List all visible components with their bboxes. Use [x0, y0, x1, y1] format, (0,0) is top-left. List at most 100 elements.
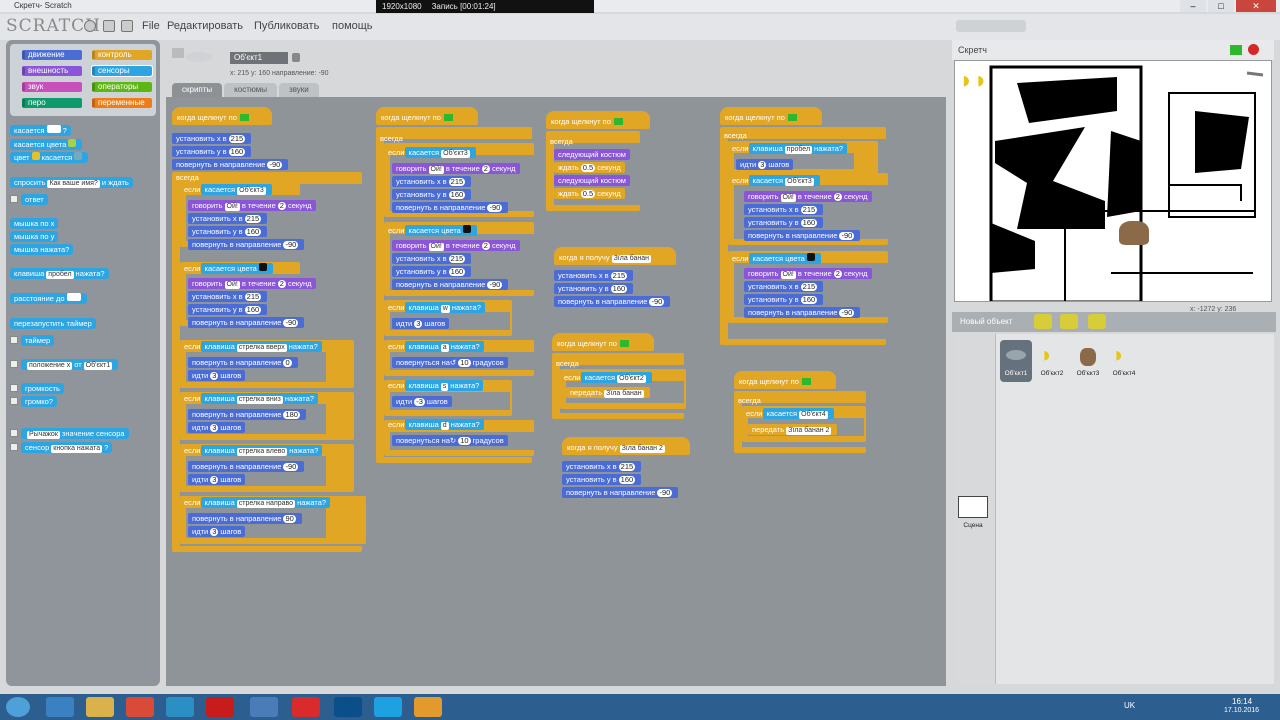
chrome-icon[interactable] — [126, 697, 154, 717]
point-direction-block[interactable]: повернуть в направление -90 — [188, 461, 305, 472]
palette-color-touching[interactable]: цвет касается — [10, 152, 89, 163]
save-icon[interactable] — [103, 20, 115, 32]
timer-checkbox[interactable] — [10, 336, 18, 344]
sprite-tile[interactable]: Об'єкт3 — [1072, 340, 1104, 382]
palette-touching[interactable]: касается? — [10, 125, 71, 136]
hat-green-flag[interactable]: когда щелкнут по — [376, 107, 478, 125]
close-icon[interactable]: ✕ — [1236, 0, 1276, 12]
palette-mouse-x[interactable]: мышка по x — [10, 218, 59, 229]
bat-sprite-icon[interactable] — [1119, 221, 1149, 245]
keyboard-language[interactable]: UK — [1124, 701, 1135, 710]
stage-canvas[interactable]: ◗◗ — [954, 60, 1272, 304]
set-x-block[interactable]: установить x в 215 — [172, 133, 252, 144]
sprite-tile[interactable]: ◗ Об'єкт4 — [1108, 340, 1140, 382]
say-block[interactable]: говорить Ой! в течение 2 секунд — [392, 240, 520, 251]
point-direction-block[interactable]: повернуть в направление -90 — [392, 279, 509, 290]
share-icon[interactable] — [121, 20, 133, 32]
loud-checkbox[interactable] — [10, 397, 18, 405]
category-variables[interactable]: переменные — [92, 98, 152, 108]
wait-block[interactable]: ждать 0.5 секунд — [554, 162, 625, 173]
palette-distance[interactable]: расстояние до — [10, 293, 87, 304]
move-block[interactable]: идти 3 шагов — [188, 474, 246, 485]
palette-timer[interactable]: таймер — [21, 335, 55, 346]
category-motion[interactable]: движение — [22, 50, 82, 60]
set-x-block[interactable]: установить x в 215 — [554, 270, 634, 281]
palette-ask[interactable]: спросить Как ваше имя? и ждать — [10, 177, 133, 188]
hat-green-flag[interactable]: когда щелкнут по — [552, 333, 654, 351]
yandex-icon[interactable] — [292, 697, 320, 717]
category-pen[interactable]: перо — [22, 98, 82, 108]
palette-sensor[interactable]: сенсор кнопка нажата? — [21, 442, 113, 453]
hat-when-receive[interactable]: когда я получу Зїла банан — [554, 247, 676, 265]
sprite-name-field[interactable]: Об'єкт1 — [230, 52, 288, 64]
opera-icon[interactable] — [206, 697, 234, 717]
green-flag-icon[interactable] — [1230, 45, 1242, 55]
broadcast-block[interactable]: передать Зїла банан — [566, 387, 650, 398]
set-y-block[interactable]: установить y в 160 — [392, 189, 472, 200]
turn-block[interactable]: повернуться на↺ 10 градусов — [392, 357, 508, 368]
sensor-value-checkbox[interactable] — [10, 429, 18, 437]
sensor-checkbox[interactable] — [10, 443, 18, 451]
lock-icon[interactable] — [292, 53, 300, 62]
point-direction-block[interactable]: повернуть в направление -90 — [188, 317, 305, 328]
move-block[interactable]: идти 3 шагов — [736, 159, 794, 170]
point-direction-block[interactable]: повернуть в направление 0 — [188, 357, 298, 368]
rotation-style-icon[interactable] — [172, 48, 184, 58]
category-sound[interactable]: звук — [22, 82, 82, 92]
ie-icon[interactable] — [46, 697, 74, 717]
point-direction-block[interactable]: повернуть в направление -90 — [562, 487, 679, 498]
set-x-block[interactable]: установить x в 215 — [392, 176, 472, 187]
palette-touching-color[interactable]: касается цвета — [10, 139, 83, 150]
move-block[interactable]: идти 3 шагов — [188, 526, 246, 537]
hat-when-receive[interactable]: когда я получу Зїла банан 2 — [562, 437, 690, 455]
set-y-block[interactable]: установить y в 160 — [554, 283, 634, 294]
audio-icon[interactable] — [250, 697, 278, 717]
move-block[interactable]: идти 3 шагов — [392, 318, 450, 329]
say-block[interactable]: говорить Ой! в течение 2 секунд — [744, 268, 872, 279]
category-looks[interactable]: внешность — [22, 66, 82, 76]
palette-answer[interactable]: ответ — [21, 194, 48, 205]
palette-loudness[interactable]: громкость — [21, 383, 64, 394]
menu-help[interactable]: помощь — [332, 20, 373, 32]
menu-share[interactable]: Публиковать — [254, 20, 319, 32]
scratch-taskbar-icon[interactable] — [414, 697, 442, 717]
set-y-block[interactable]: установить y в 160 — [562, 474, 642, 485]
category-operators[interactable]: операторы — [92, 82, 152, 92]
broadcast-block[interactable]: передать Зїла банан 2 — [748, 424, 838, 435]
set-x-block[interactable]: установить x в 215 — [744, 204, 824, 215]
say-block[interactable]: говорить Ой! в течение 2 секунд — [744, 191, 872, 202]
skype-icon[interactable] — [374, 697, 402, 717]
point-direction-block[interactable]: повернуть в направление -90 — [392, 202, 509, 213]
set-y-block[interactable]: установить y в 160 — [188, 304, 268, 315]
loudness-checkbox[interactable] — [10, 384, 18, 392]
maximize-icon[interactable]: □ — [1208, 0, 1234, 12]
hat-green-flag[interactable]: когда щелкнут по — [172, 107, 272, 125]
say-block[interactable]: говорить Ой! в течение 2 секунд — [188, 200, 316, 211]
set-y-block[interactable]: установить y в 160 — [172, 146, 252, 157]
hat-green-flag[interactable]: когда щелкнут по — [720, 107, 822, 125]
point-direction-block[interactable]: повернуть в направление -90 — [554, 296, 671, 307]
move-block[interactable]: идти -3 шагов — [392, 396, 452, 407]
answer-checkbox[interactable] — [10, 195, 18, 203]
set-y-block[interactable]: установить y в 160 — [744, 217, 824, 228]
hat-green-flag[interactable]: когда щелкнут по — [546, 111, 650, 129]
set-x-block[interactable]: установить x в 215 — [392, 253, 472, 264]
palette-mouse-down[interactable]: мышка нажата? — [10, 244, 74, 255]
set-x-block[interactable]: установить x в 215 — [188, 213, 268, 224]
category-control[interactable]: контроль — [92, 50, 152, 60]
start-button-icon[interactable] — [6, 697, 30, 717]
wait-block[interactable]: ждать 0.5 секунд — [554, 188, 625, 199]
sprite-tile[interactable]: ◗ Об'єкт2 — [1036, 340, 1068, 382]
point-direction-block[interactable]: повернуть в направление 90 — [188, 513, 302, 524]
menu-edit[interactable]: Редактировать — [167, 20, 243, 32]
palette-mouse-y[interactable]: мышка по y — [10, 231, 59, 242]
point-direction-block[interactable]: повернуть в направление -90 — [188, 239, 305, 250]
minimize-icon[interactable]: – — [1180, 0, 1206, 12]
sprite-tile-selected[interactable]: Об'єкт1 — [1000, 340, 1032, 382]
point-direction-block[interactable]: повернуть в направление -90 — [172, 159, 289, 170]
say-block[interactable]: говорить Ой! в течение 2 секунд — [188, 278, 316, 289]
set-x-block[interactable]: установить x в 215 — [188, 291, 268, 302]
palette-attribute-of[interactable]: положение x от Об'єкт1 — [21, 359, 119, 370]
set-y-block[interactable]: установить y в 160 — [188, 226, 268, 237]
set-x-block[interactable]: установить x в 215 — [744, 281, 824, 292]
